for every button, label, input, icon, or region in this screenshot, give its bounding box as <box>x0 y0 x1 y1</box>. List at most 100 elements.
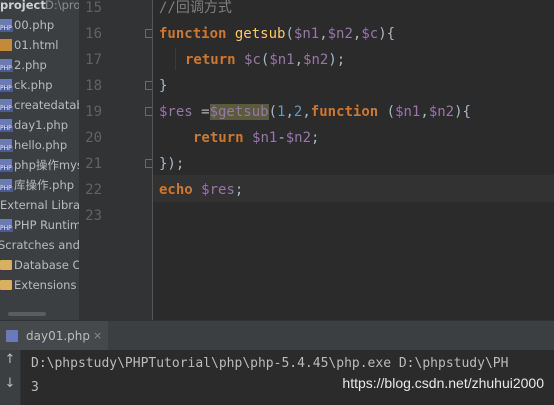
paren: ){ <box>454 104 471 120</box>
line-number: 16 <box>85 26 102 42</box>
line-number: 23 <box>85 208 102 224</box>
closing-braces: }); <box>159 156 185 172</box>
code-line-19: $res =$getsub(1,2,function ($n1,$n2){ <box>159 99 471 125</box>
line-number: 17 <box>85 52 102 68</box>
project-root-row[interactable]: project D:\proj <box>0 0 79 15</box>
tree-item-extensions[interactable]: Extensions <box>0 275 79 295</box>
line-number: 15 <box>85 0 102 16</box>
project-tool-window: project D:\proj PHP 00.php 01.html PHP 2… <box>0 0 80 320</box>
tree-item-label: Extensions <box>14 278 77 292</box>
paren: ( <box>378 104 396 120</box>
tree-item-label: 库操作.php <box>14 178 75 192</box>
php-file-icon: PHP <box>0 99 13 112</box>
assign-op: = <box>192 104 210 120</box>
comma: , <box>294 52 304 68</box>
tree-item-createdatabase[interactable]: PHP createdatab <box>0 95 80 115</box>
php-file-icon: PHP <box>0 179 13 192</box>
comma: , <box>319 26 328 42</box>
code-line-20: return $n1-$n2; <box>193 125 319 151</box>
tree-item-scratches[interactable]: Scratches and C <box>0 235 80 255</box>
php-file-icon: PHP <box>0 79 13 92</box>
tree-item-label: Database C <box>14 258 80 272</box>
php-file-icon <box>6 330 18 342</box>
run-tab-day01[interactable]: day01.php × <box>0 321 108 351</box>
tree-item-hello-php[interactable]: PHP hello.php <box>0 135 79 155</box>
brace: } <box>159 78 168 94</box>
folder-icon <box>0 280 12 290</box>
watermark-text: https://blog.csdn.net/zhuhui2000 <box>342 375 544 391</box>
code-line-17: return $c($n1,$n2); <box>185 47 345 73</box>
tree-item-label: day1.php <box>14 118 69 132</box>
php-file-icon: PHP <box>0 59 13 72</box>
param: $n2 <box>428 104 455 120</box>
line-number: 19 <box>85 104 102 120</box>
tree-item-2-php[interactable]: PHP 2.php <box>0 55 79 75</box>
arg: $n2 <box>303 52 329 68</box>
tree-item-label: Scratches and C <box>0 238 80 252</box>
paren: ); <box>328 52 346 68</box>
tree-item-label: 01.html <box>14 38 59 52</box>
param: $n1 <box>395 104 421 120</box>
tree-item-php-mysql[interactable]: PHP php操作mys <box>0 155 80 175</box>
php-file-icon: PHP <box>0 19 13 32</box>
tree-item-00-php[interactable]: PHP 00.php <box>0 15 79 35</box>
tree-item-label: ck.php <box>14 78 53 92</box>
code-line-16: function getsub($n1,$n2,$c){ <box>159 21 395 47</box>
callable-var: $c <box>244 52 261 68</box>
php-file-icon: PHP <box>0 139 13 152</box>
operand: $n2 <box>285 130 312 146</box>
param: $n2 <box>327 26 353 42</box>
keyword-return: return <box>185 52 236 68</box>
tree-item-label: 2.php <box>14 58 47 72</box>
line-number: 22 <box>85 182 102 198</box>
tree-item-label: createdatab <box>14 98 80 112</box>
keyword-return: return <box>193 130 244 146</box>
tree-item-day1-php[interactable]: PHP day1.php <box>0 115 79 135</box>
variable-res: $res <box>201 182 235 198</box>
close-icon[interactable]: × <box>93 321 102 351</box>
tree-item-01-html[interactable]: 01.html <box>0 35 79 55</box>
tree-item-label: php操作mys <box>14 158 80 172</box>
code-line-21: }); <box>159 151 184 177</box>
tree-item-label: hello.php <box>14 138 68 152</box>
highlighted-variable: $getsub <box>209 104 269 120</box>
paren: ( <box>268 104 278 120</box>
tree-item-external-libraries[interactable]: External Librari <box>0 195 80 215</box>
variable-res: $res <box>159 104 193 120</box>
tree-item-ck-php[interactable]: PHP ck.php <box>0 75 79 95</box>
run-tab-label: day01.php <box>26 329 90 343</box>
keyword-function: function <box>310 104 379 120</box>
line-number: 21 <box>85 156 102 172</box>
arg: $n1 <box>269 52 295 68</box>
operand: $n1 <box>252 130 278 146</box>
run-tool-window-header: day01.php × <box>0 320 554 351</box>
code-editor[interactable]: //回调方式 function getsub($n1,$n2,$c){ retu… <box>153 0 554 320</box>
keyword-echo: echo <box>159 182 193 198</box>
run-toolbar: ↑ ↓ <box>0 350 21 405</box>
code-line-18: } <box>159 73 167 99</box>
param: $n1 <box>293 26 320 42</box>
php-file-icon: PHP <box>0 119 13 132</box>
code-comment: //回调方式 <box>159 0 232 16</box>
paren: ){ <box>378 26 396 42</box>
semicolon: ; <box>311 130 320 146</box>
tree-item-database-consoles[interactable]: Database C <box>0 255 80 275</box>
code-line-15: //回调方式 <box>159 0 232 21</box>
up-arrow-icon[interactable]: ↑ <box>3 352 17 367</box>
comma: , <box>420 104 429 120</box>
tree-item-label: External Librari <box>0 198 80 212</box>
tree-item-db-ops-php[interactable]: PHP 库操作.php <box>0 175 79 195</box>
console-output-line: 3 <box>31 380 39 395</box>
php-runtime-icon: PHP <box>0 219 13 232</box>
code-line-22: echo $res; <box>159 177 243 203</box>
folder-icon <box>0 260 12 270</box>
param: $c <box>361 26 379 42</box>
comma: , <box>285 104 294 120</box>
tree-item-php-runtime[interactable]: PHP PHP Runtim <box>0 215 79 235</box>
tree-item-label: 00.php <box>14 18 55 32</box>
sidebar-horizontal-scrollbar[interactable] <box>8 312 46 316</box>
down-arrow-icon[interactable]: ↓ <box>3 376 17 391</box>
console-command-line: D:\phpstudy\PHPTutorial\php\php-5.4.45\p… <box>31 356 509 371</box>
line-number: 20 <box>85 130 102 146</box>
line-number: 18 <box>85 78 102 94</box>
